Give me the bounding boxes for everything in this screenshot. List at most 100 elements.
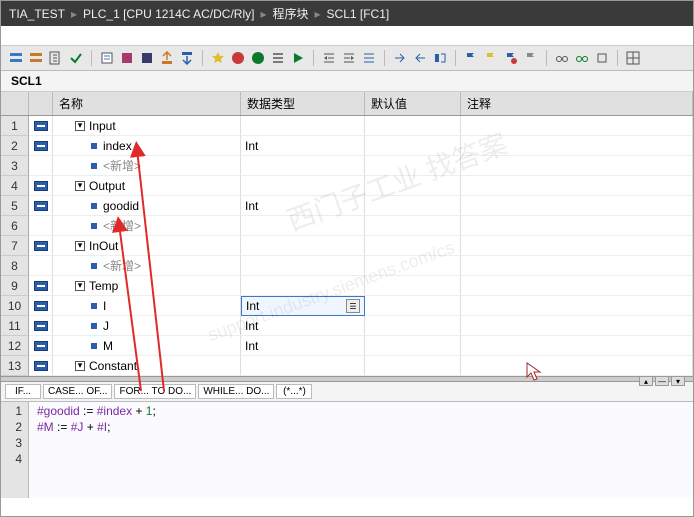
cell-type[interactable]: [241, 276, 365, 296]
toolbar-btn-indent2[interactable]: [340, 49, 358, 67]
toolbar-btn-7[interactable]: [138, 49, 156, 67]
code-lines[interactable]: #goodid := #index + 1; #M := #J + #I;: [29, 402, 164, 498]
cell-name[interactable]: ▾InOut: [53, 236, 241, 256]
table-row[interactable]: 13▾Constant: [1, 356, 693, 376]
toolbar-btn-flag3[interactable]: [502, 49, 520, 67]
toolbar-btn-flag2[interactable]: [482, 49, 500, 67]
crumb-fc[interactable]: SCL1 [FC1]: [327, 7, 390, 21]
code-line-2[interactable]: #M := #J + #I;: [37, 420, 156, 436]
cell-name[interactable]: <新增>: [53, 156, 241, 176]
table-row[interactable]: 4▾Output: [1, 176, 693, 196]
expand-toggle[interactable]: ▾: [75, 181, 85, 191]
code-line-4[interactable]: [37, 452, 156, 468]
toolbar-btn-5[interactable]: [98, 49, 116, 67]
expand-toggle[interactable]: ▾: [75, 361, 85, 371]
cell-default[interactable]: [365, 176, 461, 196]
toolbar-btn-glasses[interactable]: [553, 49, 571, 67]
cell-default[interactable]: [365, 216, 461, 236]
expand-toggle[interactable]: ▾: [75, 121, 85, 131]
toolbar-btn-ok[interactable]: [229, 49, 247, 67]
cell-comment[interactable]: [461, 296, 693, 316]
toolbar-btn-indent1[interactable]: [320, 49, 338, 67]
col-name-header[interactable]: 名称: [53, 92, 241, 115]
table-row[interactable]: 2indexInt: [1, 136, 693, 156]
crumb-project[interactable]: TIA_TEST: [9, 7, 65, 21]
cell-default[interactable]: [365, 236, 461, 256]
cell-type[interactable]: [241, 116, 365, 136]
cell-name[interactable]: goodid: [53, 196, 241, 216]
cell-type[interactable]: [241, 216, 365, 236]
cell-type[interactable]: Int: [241, 316, 365, 336]
col-comment-header[interactable]: 注释: [461, 92, 693, 115]
cell-default[interactable]: [365, 136, 461, 156]
toolbar-btn-star[interactable]: [209, 49, 227, 67]
cell-name[interactable]: <新增>: [53, 256, 241, 276]
cell-type[interactable]: Int: [241, 336, 365, 356]
cell-default[interactable]: [365, 196, 461, 216]
cell-name[interactable]: ▾Input: [53, 116, 241, 136]
toolbar-btn-jmp1[interactable]: [391, 49, 409, 67]
snippet-while[interactable]: WHILE... DO...: [198, 384, 274, 399]
toolbar-btn-9[interactable]: [178, 49, 196, 67]
table-row[interactable]: 12MInt: [1, 336, 693, 356]
snippet-comment[interactable]: (*...*): [276, 384, 312, 399]
toolbar-btn-1[interactable]: [7, 49, 25, 67]
toolbar-btn-misc[interactable]: [593, 49, 611, 67]
toolbar-btn-run[interactable]: [289, 49, 307, 67]
table-row[interactable]: 1▾Input: [1, 116, 693, 136]
cell-default[interactable]: [365, 316, 461, 336]
splitter-down-icon[interactable]: ▾: [671, 376, 685, 386]
code-line-1[interactable]: #goodid := #index + 1;: [37, 404, 156, 420]
cell-default[interactable]: [365, 336, 461, 356]
cell-type[interactable]: [241, 236, 365, 256]
toolbar-btn-jmp2[interactable]: [411, 49, 429, 67]
table-row[interactable]: 6<新增>: [1, 216, 693, 236]
cell-name[interactable]: I: [53, 296, 241, 316]
cell-default[interactable]: [365, 356, 461, 376]
cell-name[interactable]: J: [53, 316, 241, 336]
expand-toggle[interactable]: ▾: [75, 281, 85, 291]
cell-comment[interactable]: [461, 276, 693, 296]
cell-comment[interactable]: [461, 256, 693, 276]
type-dropdown-icon[interactable]: ☰: [346, 299, 360, 313]
snippet-case[interactable]: CASE... OF...: [43, 384, 112, 399]
cell-default[interactable]: [365, 296, 461, 316]
cell-type[interactable]: [241, 176, 365, 196]
code-line-3[interactable]: [37, 436, 156, 452]
cell-comment[interactable]: [461, 116, 693, 136]
col-type-header[interactable]: 数据类型: [241, 92, 365, 115]
table-row[interactable]: 9▾Temp: [1, 276, 693, 296]
cell-comment[interactable]: [461, 196, 693, 216]
cell-name[interactable]: M: [53, 336, 241, 356]
crumb-blocks[interactable]: 程序块: [272, 5, 308, 22]
cell-comment[interactable]: [461, 236, 693, 256]
toolbar-btn-layout[interactable]: [624, 49, 642, 67]
crumb-plc[interactable]: PLC_1 [CPU 1214C AC/DC/Rly]: [83, 7, 254, 21]
toolbar-btn-8[interactable]: [158, 49, 176, 67]
toolbar-btn-list[interactable]: [269, 49, 287, 67]
toolbar-btn-flag4[interactable]: [522, 49, 540, 67]
toolbar-btn-2[interactable]: [27, 49, 45, 67]
toolbar-btn-4[interactable]: [67, 49, 85, 67]
table-row[interactable]: 8<新增>: [1, 256, 693, 276]
cell-type[interactable]: Int: [241, 136, 365, 156]
splitter-up-icon[interactable]: ▴: [639, 376, 653, 386]
cell-default[interactable]: [365, 276, 461, 296]
col-default-header[interactable]: 默认值: [365, 92, 461, 115]
cell-name[interactable]: <新增>: [53, 216, 241, 236]
toolbar-btn-6[interactable]: [118, 49, 136, 67]
cell-default[interactable]: [365, 256, 461, 276]
cell-default[interactable]: [365, 116, 461, 136]
table-row[interactable]: 11JInt: [1, 316, 693, 336]
cell-name[interactable]: ▾Constant: [53, 356, 241, 376]
cell-name[interactable]: index: [53, 136, 241, 156]
expand-toggle[interactable]: ▾: [75, 241, 85, 251]
cell-comment[interactable]: [461, 336, 693, 356]
cell-type[interactable]: Int: [241, 196, 365, 216]
snippet-for[interactable]: FOR... TO DO...: [114, 384, 196, 399]
cell-comment[interactable]: [461, 316, 693, 336]
cell-type[interactable]: Int☰: [241, 296, 365, 316]
cell-type[interactable]: [241, 256, 365, 276]
cell-comment[interactable]: [461, 136, 693, 156]
cell-default[interactable]: [365, 156, 461, 176]
